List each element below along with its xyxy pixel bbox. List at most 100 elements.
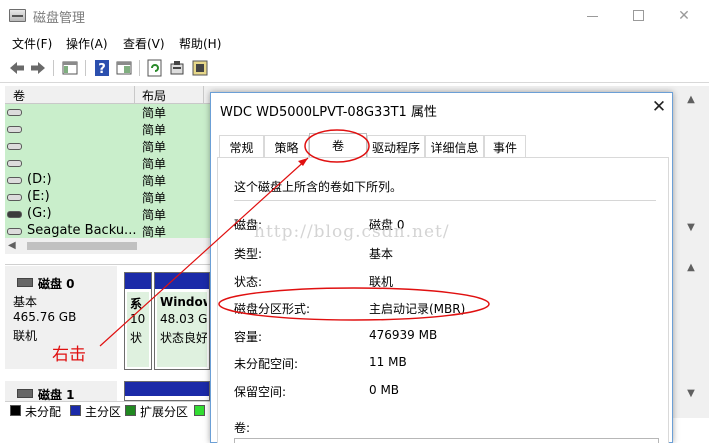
legend-swatch-primary <box>70 405 81 416</box>
volume-layout: 简单 <box>142 174 167 188</box>
drive-icon <box>7 194 22 201</box>
partition-bar <box>125 382 209 396</box>
disk-type: 基本 <box>13 295 38 309</box>
disk-status: 联机 <box>13 329 38 343</box>
disk-1-info[interactable]: 磁盘 1 <box>5 381 117 402</box>
menu-file[interactable]: 文件(F) <box>12 35 52 52</box>
window-title: 磁盘管理 <box>33 11 86 26</box>
scroll-thumb[interactable] <box>27 242 137 250</box>
partition-label: 系 <box>130 297 143 311</box>
volume-name: Seagate Backu... <box>27 223 137 238</box>
maximize-icon <box>632 10 644 21</box>
volume-layout: 简单 <box>142 157 167 171</box>
volume-name: (D:) <box>27 172 52 187</box>
legend-swatch-free <box>194 405 205 416</box>
tab-details[interactable]: 详细信息 <box>425 135 484 157</box>
tab-driver[interactable]: 驱动程序 <box>367 135 425 157</box>
tab-volumes[interactable]: 卷 <box>309 133 367 158</box>
tab-policies[interactable]: 策略 <box>264 135 309 157</box>
legend-swatch-unallocated <box>10 405 21 416</box>
drive-icon <box>7 143 22 150</box>
legend-label-primary: 主分区 <box>85 405 122 419</box>
forward-arrow-icon[interactable] <box>29 59 47 77</box>
vertical-scrollbar[interactable]: ▲ ▼ ▲ ▼ <box>673 86 709 418</box>
column-header-volume[interactable]: 卷 <box>13 87 25 104</box>
volume-layout: 简单 <box>142 191 167 205</box>
refresh-icon[interactable] <box>146 59 164 77</box>
hard-disk-icon <box>17 278 33 287</box>
column-divider[interactable] <box>203 86 204 104</box>
disk-properties-dialog: WDC WD5000LPVT-08G33T1 属性 ✕ 常规 策略 卷 驱动程序… <box>210 92 673 443</box>
volume-name: (E:) <box>27 189 50 204</box>
prop-label-reserved: 保留空间: <box>234 385 287 399</box>
volumes-listbox[interactable] <box>234 438 659 443</box>
close-icon: ✕ <box>651 97 667 117</box>
partition-size: 10 <box>130 312 146 326</box>
volumes-section-label: 卷: <box>234 421 251 435</box>
console-tree-icon[interactable] <box>61 59 79 77</box>
maximize-button[interactable] <box>615 0 661 31</box>
scroll-down-icon[interactable]: ▼ <box>673 388 709 399</box>
prop-value-status: 联机 <box>369 275 394 289</box>
back-arrow-icon[interactable] <box>8 59 26 77</box>
disk-1-partition[interactable] <box>124 381 210 401</box>
dialog-title: WDC WD5000LPVT-08G33T1 属性 <box>220 105 437 120</box>
volumes-description: 这个磁盘上所含的卷如下所列。 <box>234 180 403 194</box>
prop-label-unallocated: 未分配空间: <box>234 357 299 371</box>
prop-value-reserved: 0 MB <box>369 383 400 397</box>
tab-general[interactable]: 常规 <box>219 135 264 157</box>
partition-status: 状 <box>130 331 143 345</box>
partition-bar <box>125 273 151 289</box>
show-hide-icon[interactable] <box>115 59 133 77</box>
menu-action[interactable]: 操作(A) <box>66 35 108 52</box>
title-bar: 磁盘管理 ✕ <box>0 0 709 31</box>
drive-icon <box>7 211 22 218</box>
volume-layout: 简单 <box>142 106 167 120</box>
drive-icon <box>7 228 22 235</box>
legend-label-unallocated: 未分配 <box>25 405 62 419</box>
partition-bar <box>155 273 209 289</box>
legend-swatch-extended <box>125 405 136 416</box>
volume-name: (G:) <box>27 206 52 221</box>
close-window-button[interactable]: ✕ <box>661 0 707 31</box>
column-header-layout[interactable]: 布局 <box>142 87 166 104</box>
minimize-icon <box>586 16 598 17</box>
partition-system[interactable]: 系 10 状 <box>124 272 152 370</box>
disk-management-icon <box>9 9 26 22</box>
legend-label-extended: 扩展分区 <box>140 405 189 419</box>
partition-body: Window 48.03 G 状态良好 <box>157 292 207 367</box>
scroll-down-icon[interactable]: ▼ <box>673 222 709 233</box>
scroll-left-icon[interactable]: ◀ <box>8 240 16 251</box>
help-icon[interactable]: ? <box>93 59 111 77</box>
partition-windows[interactable]: Window 48.03 G 状态良好 <box>154 272 210 370</box>
dialog-close-button[interactable]: ✕ <box>650 98 668 116</box>
scroll-up-icon[interactable]: ▲ <box>673 94 709 105</box>
prop-value-capacity: 476939 MB <box>369 328 438 342</box>
toolbar-separator <box>53 60 54 76</box>
close-icon: ✕ <box>678 7 690 24</box>
scroll-up-icon[interactable]: ▲ <box>673 262 709 273</box>
prop-value-partition-style: 主启动记录(MBR) <box>369 302 466 316</box>
partition-body: 系 10 状 <box>127 292 149 367</box>
column-divider[interactable] <box>134 86 135 104</box>
menu-bar: 文件(F) 操作(A) 查看(V) 帮助(H) <box>0 31 709 55</box>
partition-status: 状态良好 <box>160 331 207 345</box>
drive-icon <box>7 126 22 133</box>
disk-name: 磁盘 0 <box>38 277 75 291</box>
toolbar-separator <box>85 60 86 76</box>
minimize-button[interactable] <box>569 0 615 31</box>
prop-label-capacity: 容量: <box>234 330 263 344</box>
toolbar: ? <box>0 55 709 83</box>
menu-view[interactable]: 查看(V) <box>123 35 165 52</box>
tab-events[interactable]: 事件 <box>484 135 526 157</box>
drive-icon <box>7 109 22 116</box>
hard-disk-icon <box>17 389 33 398</box>
volume-layout: 简单 <box>142 208 167 222</box>
export-icon[interactable] <box>191 59 209 77</box>
prop-label-type: 类型: <box>234 247 263 261</box>
menu-help[interactable]: 帮助(H) <box>179 35 221 52</box>
properties-icon[interactable] <box>168 59 186 77</box>
tab-strip: 常规 策略 卷 驱动程序 详细信息 事件 <box>211 133 674 158</box>
partition-label: Window <box>160 295 207 309</box>
partition-size: 48.03 G <box>160 312 207 326</box>
